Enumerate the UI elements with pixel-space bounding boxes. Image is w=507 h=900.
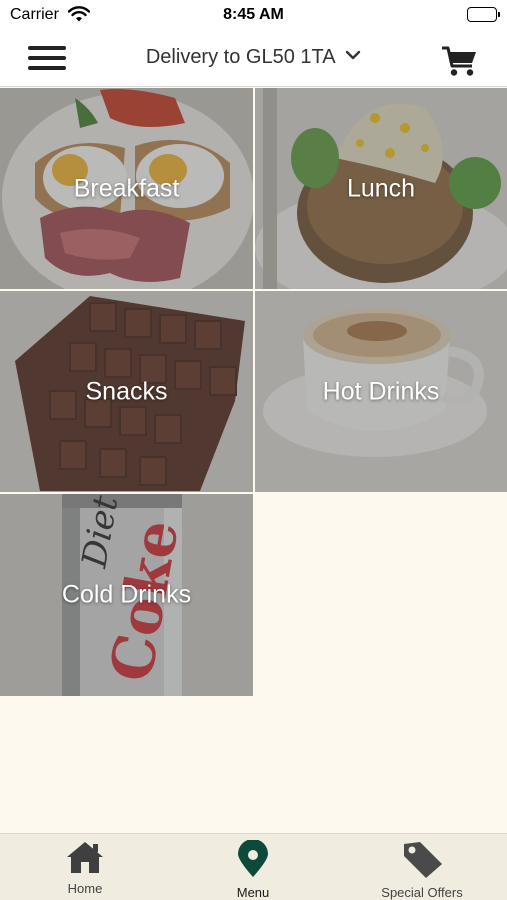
tag-icon xyxy=(362,840,482,881)
home-icon xyxy=(35,840,135,877)
delivery-location-label: Delivery to GL50 1TA xyxy=(145,46,336,68)
status-bar: Carrier 8:45 AM xyxy=(0,0,507,32)
tab-bar: Home Menu Special Offers xyxy=(0,833,507,900)
cart-icon[interactable] xyxy=(441,44,479,78)
category-tile-breakfast[interactable]: Breakfast xyxy=(0,88,253,289)
delivery-location-selector[interactable]: Delivery to GL50 1TA xyxy=(0,46,507,69)
category-label: Snacks xyxy=(85,377,168,405)
tab-label: Special Offers xyxy=(381,885,463,900)
tab-special-offers[interactable]: Special Offers xyxy=(362,840,482,900)
clock: 8:45 AM xyxy=(223,6,284,23)
category-tile-lunch[interactable]: Lunch xyxy=(255,88,507,289)
tab-label: Home xyxy=(67,881,103,896)
map-pin-icon xyxy=(203,839,303,881)
tab-menu[interactable]: Menu xyxy=(203,839,303,900)
category-tile-snacks[interactable]: Snacks xyxy=(0,291,253,492)
category-label: Hot Drinks xyxy=(322,377,440,405)
category-label: Breakfast xyxy=(73,174,180,202)
tab-label: Menu xyxy=(236,885,270,900)
chevron-down-icon xyxy=(345,43,361,66)
category-label: Lunch xyxy=(346,174,416,202)
nav-bar: Delivery to GL50 1TA xyxy=(0,32,507,87)
battery-icon xyxy=(467,7,500,22)
category-tile-hot-drinks[interactable]: Hot Drinks xyxy=(255,291,507,492)
category-tile-cold-drinks[interactable]: Diet Coke Cold Drinks xyxy=(0,494,253,696)
category-label: Cold Drinks xyxy=(61,580,192,609)
tab-home[interactable]: Home xyxy=(35,840,135,896)
